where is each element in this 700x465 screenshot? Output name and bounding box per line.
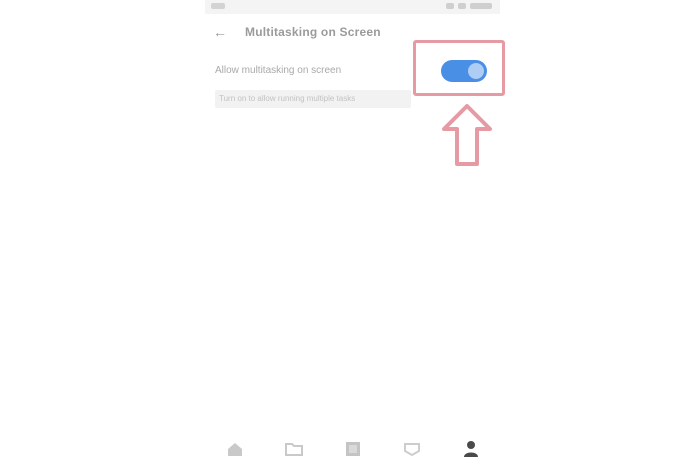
- signal-icon: [446, 3, 454, 9]
- setting-description: Turn on to allow running multiple tasks: [215, 90, 411, 108]
- grid-icon[interactable]: [340, 436, 366, 462]
- folder-icon[interactable]: [281, 436, 307, 462]
- bottom-navigation: [205, 432, 500, 465]
- status-bar: [205, 0, 500, 14]
- arrow-up-icon: [442, 104, 492, 166]
- status-icons: [446, 3, 492, 9]
- home-icon[interactable]: [222, 436, 248, 462]
- page-title: Multitasking on Screen: [245, 25, 381, 39]
- screenshot: ← Multitasking on Screen Allow multitask…: [0, 0, 700, 465]
- arrow-left-icon[interactable]: ←: [209, 21, 231, 43]
- battery-icon: [470, 3, 492, 9]
- tag-icon[interactable]: [399, 436, 425, 462]
- wifi-icon: [458, 3, 466, 9]
- setting-label: Allow multitasking on screen: [215, 64, 342, 76]
- status-time: [211, 3, 225, 9]
- profile-icon[interactable]: [458, 436, 484, 462]
- highlight-box: [413, 40, 505, 96]
